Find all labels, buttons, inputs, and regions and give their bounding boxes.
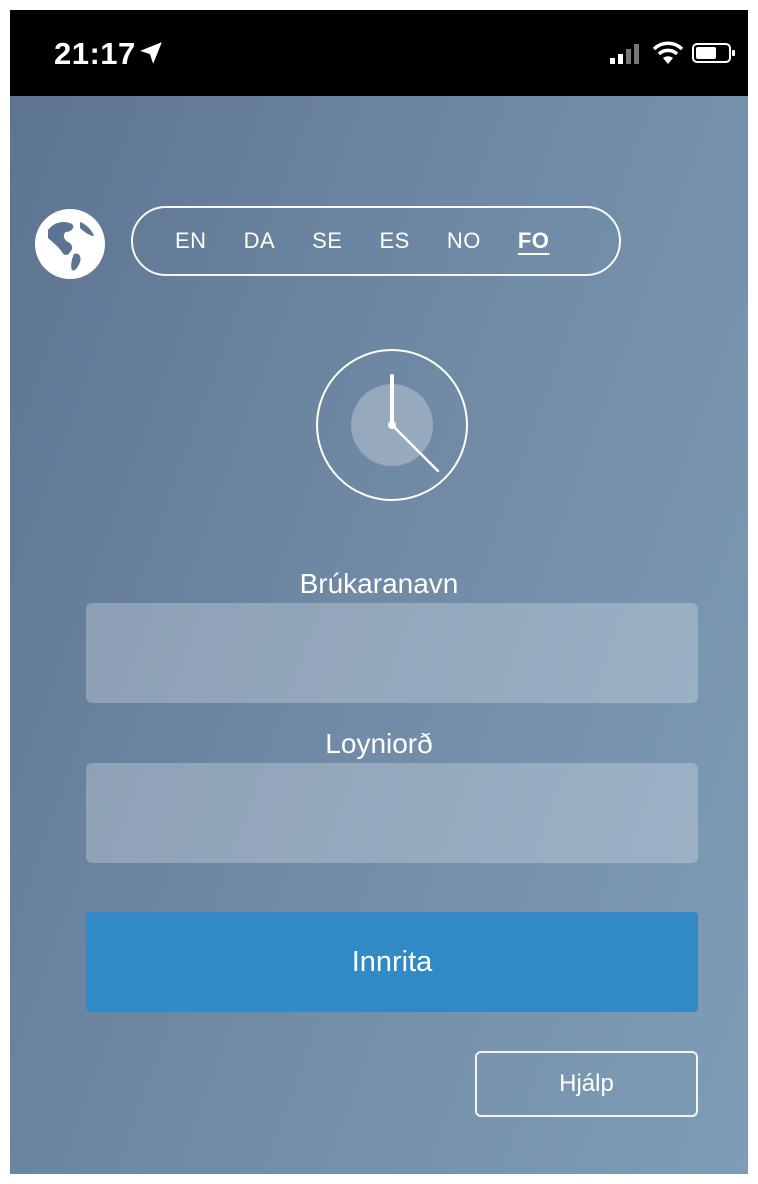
- language-option-en[interactable]: EN: [175, 228, 207, 254]
- language-selector: EN DA SE ES NO FO: [131, 206, 621, 276]
- phone-screen: 21:17 EN DA SE ES NO FO Brúkaranavn Loyn…: [10, 10, 748, 1174]
- cellular-signal-icon: [610, 44, 639, 64]
- login-screen: EN DA SE ES NO FO Brúkaranavn Loyniorð I…: [10, 96, 748, 1174]
- location-arrow-icon: [140, 42, 162, 64]
- status-time: 21:17: [54, 36, 136, 71]
- password-label: Loyniorð: [325, 728, 433, 759]
- language-option-fo[interactable]: FO: [518, 228, 550, 254]
- wifi-icon: [652, 41, 684, 64]
- password-input[interactable]: [86, 763, 698, 863]
- battery-icon: [692, 43, 735, 63]
- username-input[interactable]: [86, 603, 698, 703]
- language-option-se[interactable]: SE: [312, 228, 342, 254]
- status-bar: 21:17: [10, 10, 748, 96]
- username-label: Brúkaranavn: [299, 568, 459, 599]
- language-option-da[interactable]: DA: [244, 228, 276, 254]
- help-button[interactable]: Hjálp: [475, 1051, 698, 1117]
- globe-icon[interactable]: [34, 208, 106, 280]
- language-option-no[interactable]: NO: [447, 228, 481, 254]
- language-option-es[interactable]: ES: [379, 228, 409, 254]
- clock-icon: [316, 349, 468, 501]
- login-button[interactable]: Innrita: [86, 912, 698, 1012]
